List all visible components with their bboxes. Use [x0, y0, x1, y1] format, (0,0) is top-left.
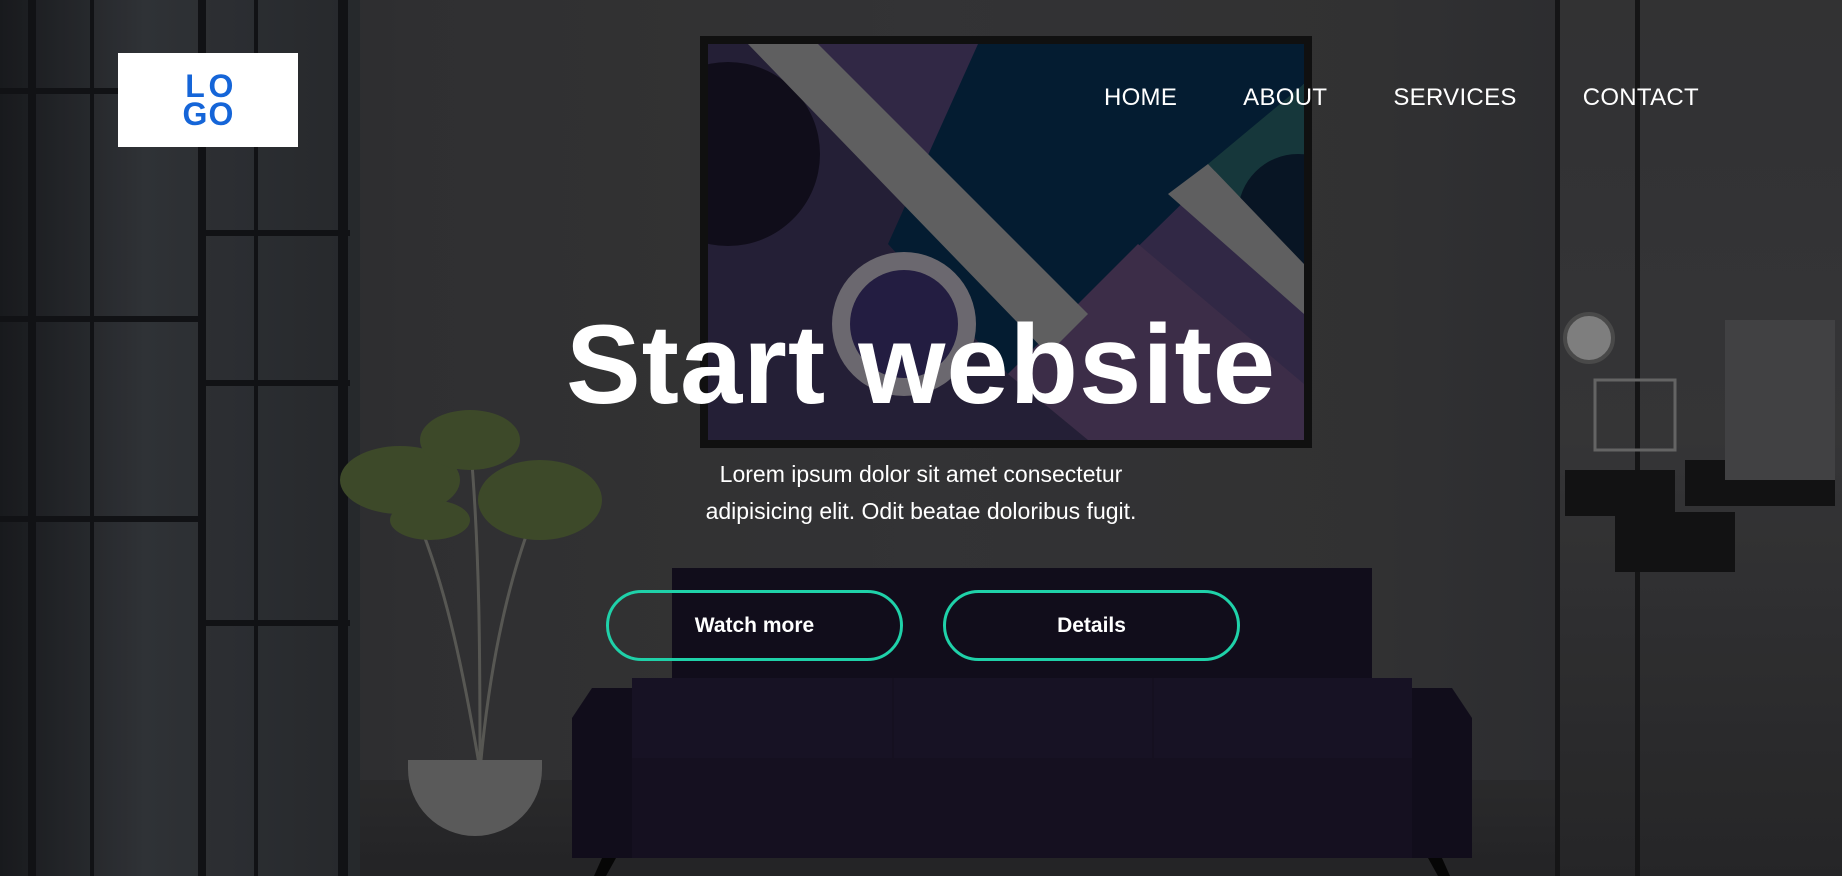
nav-services-link[interactable]: SERVICES	[1393, 84, 1516, 112]
watch-more-button[interactable]: Watch more	[606, 590, 903, 661]
hero-title: Start website	[565, 302, 1277, 427]
logo-letter: G	[182, 96, 208, 132]
logo-letter: O	[208, 96, 234, 132]
logo-text: L O G O	[182, 70, 234, 132]
main-nav: HOME ABOUT SERVICES CONTACT	[1104, 84, 1699, 112]
logo[interactable]: L O G O	[118, 53, 298, 147]
nav-contact-link[interactable]: CONTACT	[1583, 84, 1699, 112]
nav-about-link[interactable]: ABOUT	[1243, 84, 1327, 112]
nav-home-link[interactable]: HOME	[1104, 84, 1177, 112]
details-button[interactable]: Details	[943, 590, 1240, 661]
hero-section: L O G O HOME ABOUT SERVICES CONTACT Star…	[0, 0, 1842, 876]
hero-subtitle: Lorem ipsum dolor sit amet consectetur a…	[705, 461, 1137, 524]
